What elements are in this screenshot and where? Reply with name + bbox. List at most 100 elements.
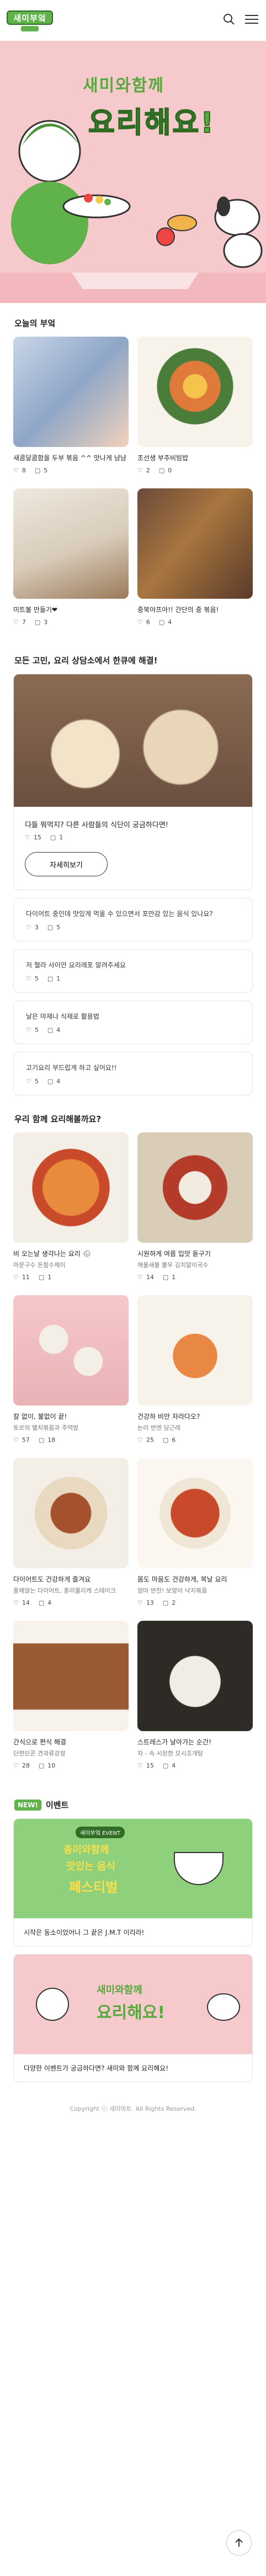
more-button[interactable]: 자세히보기 [25,852,108,876]
cook-card[interactable]: 시원하게 여름 입맛 돋구기 해물새볼 볼우 김치말이국수 ♡ 14 ▢ 1 [137,1132,253,1281]
event-badge: 새미부엌 EVENT [76,1827,125,1838]
comment-count: 5 [56,924,61,931]
heart-icon[interactable]: ♡ [26,1078,31,1085]
heart-icon[interactable]: ♡ [13,467,19,474]
event-card[interactable]: 새미와함께 요리해요! 다양한 이벤트가 궁금하다면? 새미와 함께 요리해요! [13,1954,253,2082]
comment-icon: ▢ [34,619,41,626]
hero-banner[interactable]: 새미와함께 요리해요! [0,41,266,303]
heart-icon[interactable]: ♡ [13,1436,19,1444]
recipe-name: 건강하 비만 자라다오? [137,1413,200,1420]
recipe-author: 마문구수 돈함수제이 [13,1262,66,1269]
event-banner: 새미와함께 요리해요! [14,1955,252,2054]
event-caption: 시작은 동소이었어나 그 끝은 J.M.T 이리라! [14,1918,252,1946]
question-text: 저 혈라 사이안 요리레포 알려주세요 [26,961,126,969]
cook-grid: 비 오는날 생각나는 요리 🌧 마문구수 돈함수제이 ♡ 11 ▢ 1 시원하게 여름… [0,1132,266,1784]
search-icon[interactable] [223,13,235,28]
event-banner-line2: 맛있는 음식 [66,1861,116,1872]
question-text: 고기요리 부드럽게 하고 싶어요!! [26,1064,117,1072]
recipe-author: 홈해않는 다이어트, 훈리물리캐 스테이크 [13,1587,116,1594]
consult-thumb [14,674,252,807]
recipe-thumb [13,488,129,599]
heart-icon[interactable]: ♡ [25,834,30,841]
comment-count: 1 [56,975,61,982]
comment-count: 0 [168,467,172,474]
heart-icon[interactable]: ♡ [137,467,143,474]
event-banner-line1: 총미와함께 [63,1844,109,1856]
heart-icon[interactable]: ♡ [13,1599,19,1606]
like-count: 11 [22,1274,30,1281]
cook-card[interactable]: 다이어트도 건강하게 즐겨요 홈해않는 다이어트, 훈리물리캐 스테이크 ♡ 14… [13,1458,129,1606]
comment-icon: ▢ [162,1599,169,1606]
comment-icon: ▢ [158,467,165,474]
event-caption: 다양한 이벤트가 궁금하다면? 새미와 함께 요리해요! [14,2054,252,2082]
cook-card[interactable]: 칼 없이, 불없이 끝! 토르의 멜치볶음과 주먹밥 ♡ 57 ▢ 18 [13,1295,129,1444]
heart-icon[interactable]: ♡ [13,1762,19,1769]
logo-sub [21,26,39,31]
recipe-author: 단편인콘 견과류강정 [13,1750,66,1757]
comment-icon: ▢ [50,834,56,841]
question-card[interactable]: 날은 마재나 식재로 활용법 ♡ 5 ▢ 4 [13,1000,253,1044]
header: 새미부엌 [0,0,266,41]
heart-icon[interactable]: ♡ [137,1274,143,1281]
recipe-name: 비 오는날 생각나는 요리 🌧 [13,1250,91,1258]
cook-card[interactable]: 스트레스가 날아가는 순간! 자 - 속 시원한 모시조개탕 ♡ 15 ▢ 4 [137,1621,253,1769]
comment-count: 1 [172,1274,176,1281]
recipe-thumb [137,1132,253,1243]
question-card[interactable]: 고기요리 부드럽게 하고 싶어요!! ♡ 5 ▢ 4 [13,1052,253,1095]
recipe-name: 조선생 부추비빔밥 [137,454,189,462]
comment-count: 18 [47,1436,56,1444]
recipe-thumb [137,1621,253,1731]
comment-icon: ▢ [47,924,54,931]
cook-card[interactable]: 몸도 마음도 건강하게, 복날 요리 엄마 반찬! 보양이 낙지볶음 ♡ 13 ▢ 2 [137,1458,253,1606]
comment-icon: ▢ [162,1762,169,1769]
footer-copyright: Copyright ⓒ 새미마트. All Rights Reserved. [70,2105,196,2112]
heart-icon[interactable]: ♡ [13,1274,19,1281]
cook-card[interactable]: 비 오는날 생각나는 요리 🌧 마문구수 돈함수제이 ♡ 11 ▢ 1 [13,1132,129,1281]
heart-icon[interactable]: ♡ [13,619,19,626]
header-icons [223,13,258,28]
comment-count: 4 [56,1026,61,1034]
comment-icon: ▢ [38,1436,45,1444]
event-banner-line1: 새미와함께 [97,1984,142,1996]
recipe-author: 자 - 속 시원한 모시조개탕 [137,1750,204,1757]
logo-text: 새미부엌 [7,10,53,25]
heart-icon[interactable]: ♡ [26,1026,31,1034]
event-title: 이벤트 [45,1800,69,1810]
recipe-name: 칼 없이, 불없이 끝! [13,1413,67,1420]
hamburger-menu-icon[interactable] [245,14,258,27]
recipe-author: 엄마 반찬! 보양이 낙지볶음 [137,1587,208,1594]
like-count: 57 [22,1436,30,1444]
comment-icon: ▢ [38,1599,45,1606]
today-grid: 새콤달콤함을 두부 볶음 ^^ 맛나게 냠냠 ♡ 8 ▢ 5 조선생 부추비빔밥 ♡ 2… [0,337,266,640]
cook-card[interactable]: 간식으로 편식 해결 단편인콘 견과류강정 ♡ 28 ▢ 10 [13,1621,129,1769]
consult-question: 다들 뭐먹지? 다른 사람들의 식단이 궁금하다면! [25,821,169,829]
question-card[interactable]: 다이어트 중인데 맛있게 먹을 수 있으면서 포만감 있는 음식 있나요? ♡ 3… [13,898,253,941]
recipe-name: 미트볼 만들기❤ [13,606,58,614]
today-card[interactable]: 조선생 부추비빔밥 ♡ 2 ▢ 0 [137,337,253,474]
question-text: 날은 마재나 식재로 활용법 [26,1013,99,1020]
question-card[interactable]: 저 혈라 사이안 요리레포 알려주세요 ♡ 5 ▢ 1 [13,949,253,993]
recipe-thumb [137,337,253,447]
scroll-top-button[interactable] [226,2530,252,2556]
heart-icon[interactable]: ♡ [137,1762,143,1769]
heart-icon[interactable]: ♡ [137,1436,143,1444]
comment-count: 5 [44,467,48,474]
comment-icon: ▢ [38,1762,45,1769]
today-card[interactable]: 중북아프아!! 간단의 중 볶음! ♡ 6 ▢ 4 [137,488,253,626]
heart-icon[interactable]: ♡ [137,1599,143,1606]
heart-icon[interactable]: ♡ [26,924,31,931]
heart-icon[interactable]: ♡ [137,619,143,626]
like-count: 5 [34,1026,39,1034]
recipe-thumb [13,1621,129,1731]
comment-count: 6 [172,1436,176,1444]
heart-icon[interactable]: ♡ [26,975,31,982]
event-card[interactable]: 새미부엌 EVENT 총미와함께 맛있는 음식 페스티벌 시작은 동소이었어나 … [13,1818,253,1946]
today-card[interactable]: 미트볼 만들기❤ ♡ 7 ▢ 3 [13,488,129,626]
today-card[interactable]: 새콤달콤함을 두부 볶음 ^^ 맛나게 냠냠 ♡ 8 ▢ 5 [13,337,129,474]
comment-icon: ▢ [47,1026,54,1034]
consult-main-card[interactable]: 다들 뭐먹지? 다른 사람들의 식단이 궁금하다면! ♡ 15 ▢ 1 자세히보기 [13,674,253,890]
cook-card[interactable]: 건강하 비만 자라다오? 논리 번엔 당근레 ♡ 25 ▢ 6 [137,1295,253,1444]
comment-icon: ▢ [47,1078,54,1085]
question-text: 다이어트 중인데 맛있게 먹을 수 있으면서 포만감 있는 음식 있나요? [26,910,213,918]
logo[interactable]: 새미부엌 [7,9,56,31]
